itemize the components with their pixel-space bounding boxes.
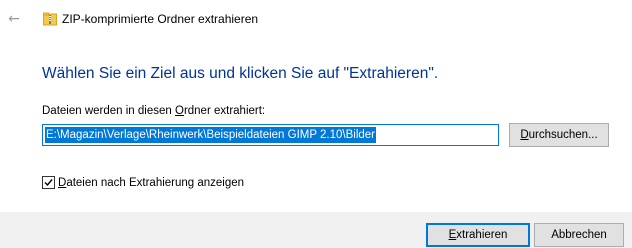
checkmark-icon [44, 179, 53, 187]
extract-button[interactable]: Extrahieren [426, 223, 530, 247]
extract-button-label: xtrahieren [456, 229, 508, 241]
dialog-header: ← ZIP-komprimierte Ordner extrahieren [0, 0, 632, 38]
destination-path-value[interactable]: E:\Magazin\Verlage\Rheinwerk\Beispieldat… [45, 127, 376, 143]
show-files-label[interactable]: Dateien nach Extrahierung anzeigen [58, 175, 244, 191]
dialog-footer: Extrahieren Abbrechen [0, 212, 632, 248]
cancel-button[interactable]: Abbrechen [534, 223, 624, 247]
destination-label-post: rdner extrahiert: [183, 105, 266, 117]
destination-label-pre: Dateien werden in diesen [42, 105, 175, 117]
dialog-title: ZIP-komprimierte Ordner extrahieren [62, 12, 259, 26]
zip-folder-icon [43, 12, 57, 26]
browse-button-label: urchsuchen... [528, 129, 598, 141]
destination-label-accel: O [174, 105, 184, 117]
show-files-checkbox[interactable] [42, 176, 55, 189]
browse-button-accel: D [520, 129, 529, 141]
browse-button[interactable]: Durchsuchen... [509, 123, 609, 147]
destination-path-input[interactable]: E:\Magazin\Verlage\Rheinwerk\Beispieldat… [42, 124, 499, 146]
destination-label: Dateien werden in diesen Ordner extrahie… [42, 103, 265, 119]
show-files-label-text: ateien nach Extrahierung anzeigen [66, 177, 245, 189]
main-instruction: Wählen Sie ein Ziel aus und klicken Sie … [42, 65, 439, 82]
back-arrow-icon[interactable]: ← [6, 11, 22, 27]
